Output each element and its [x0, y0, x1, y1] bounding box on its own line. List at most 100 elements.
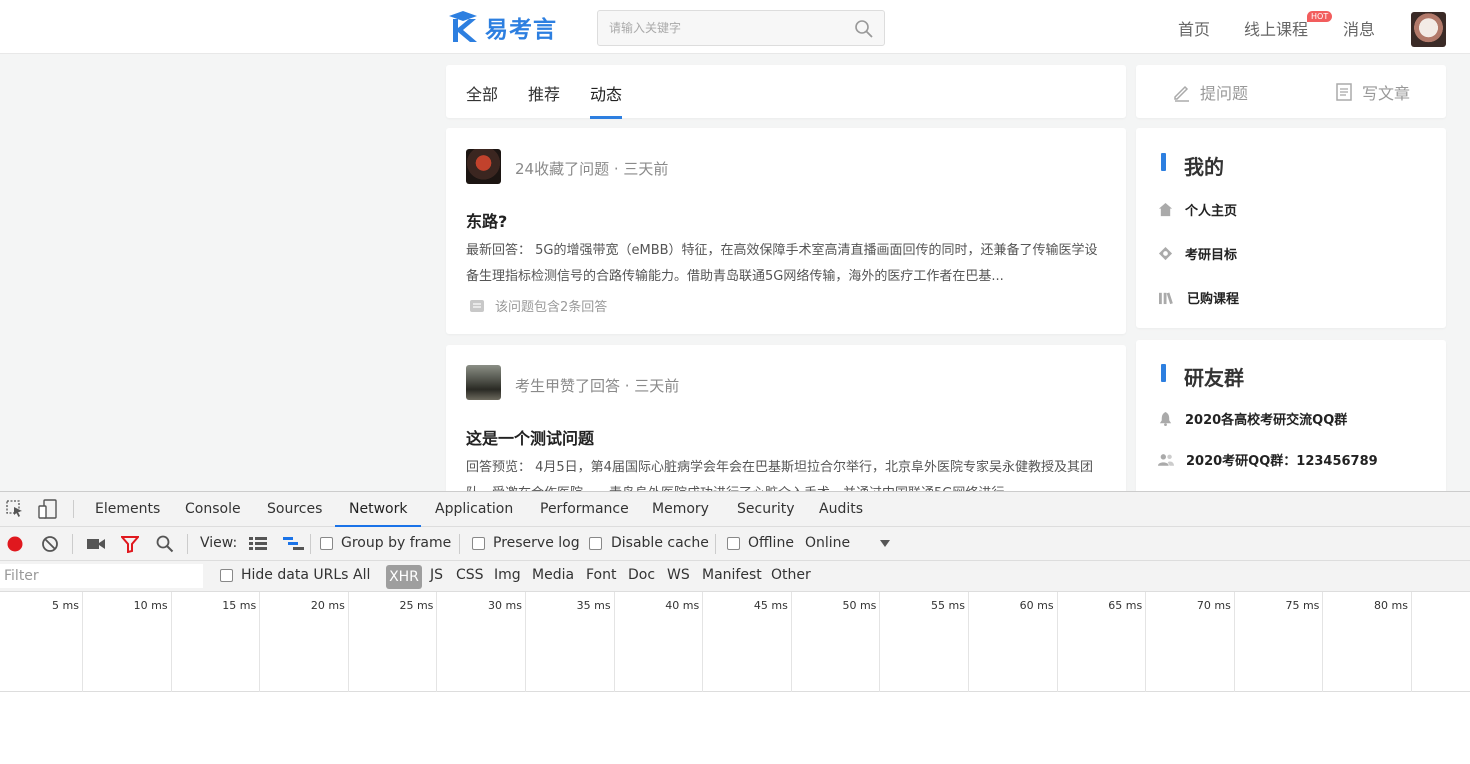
devtools-tab-console[interactable]: Console: [185, 492, 241, 526]
write-article-button[interactable]: 写文章: [1334, 80, 1410, 104]
tab-recommended[interactable]: 推荐: [528, 81, 560, 105]
hot-badge: HOT: [1307, 11, 1333, 22]
preserve-log-checkbox[interactable]: [472, 537, 485, 550]
inspect-element-icon[interactable]: [6, 500, 24, 518]
timeline-gridline: [1145, 592, 1147, 692]
type-filter-xhr[interactable]: XHR: [386, 565, 422, 589]
pencil-icon: [1174, 85, 1189, 102]
search-box[interactable]: [597, 10, 885, 46]
devtools-tab-elements[interactable]: Elements: [95, 492, 160, 526]
tab-all[interactable]: 全部: [466, 81, 498, 105]
type-filter-img[interactable]: Img: [494, 567, 521, 583]
group-by-frame-label[interactable]: Group by frame: [341, 535, 451, 551]
hide-data-urls-label[interactable]: Hide data URLs: [241, 567, 348, 583]
divider: [73, 500, 74, 518]
feed-body[interactable]: 回答预览： 4月5日，第4届国际心脏病学会年会在巴基斯坦拉合尔举行，北京阜外医院…: [466, 455, 1106, 491]
sidebar-item-goal[interactable]: 考研目标: [1158, 244, 1237, 263]
timeline-tick-label: 60 ms: [1019, 599, 1054, 612]
devtools-tab-security[interactable]: Security: [737, 492, 795, 526]
type-filter-other[interactable]: Other: [771, 567, 811, 583]
type-filter-font[interactable]: Font: [586, 567, 616, 583]
network-overview-timeline[interactable]: 5 ms 10 ms 15 ms 20 ms 25 ms 30 ms 35 ms 40 ms 4…: [0, 592, 1470, 692]
nav-home[interactable]: 首页: [1178, 16, 1210, 40]
chevron-down-icon[interactable]: [880, 540, 890, 548]
nav-online-courses[interactable]: 线上课程: [1244, 16, 1308, 40]
type-filter-manifest[interactable]: Manifest: [702, 567, 762, 583]
type-filter-js[interactable]: JS: [430, 567, 443, 583]
devtools-tab-audits[interactable]: Audits: [819, 492, 863, 526]
timeline-gridline: [702, 592, 704, 692]
timeline-gridline: [1056, 592, 1058, 692]
waterfall-icon[interactable]: [283, 536, 305, 552]
timeline-gridline: [170, 592, 172, 692]
top-navbar: 易考言 首页 线上课程 HOT 消息: [0, 0, 1470, 54]
type-filter-ws[interactable]: WS: [667, 567, 690, 583]
devtools-tab-sources[interactable]: Sources: [267, 492, 322, 526]
sidebar-item-homepage[interactable]: 个人主页: [1158, 200, 1237, 219]
avatar[interactable]: [466, 365, 501, 400]
disable-cache-label[interactable]: Disable cache: [611, 535, 709, 551]
search-icon[interactable]: [854, 19, 874, 39]
timeline-gridline: [436, 592, 438, 692]
active-tab-indicator: [590, 116, 622, 119]
feed-body[interactable]: 最新回答： 5G的增强带宽（eMBB）特征，在高效保障手术室高清直播画面回传的同…: [466, 238, 1106, 290]
hide-data-urls-checkbox[interactable]: [220, 569, 233, 582]
devtools-tab-network[interactable]: Network: [335, 492, 422, 527]
capture-screenshots-icon[interactable]: [86, 536, 106, 552]
feed-title[interactable]: 这是一个测试问题: [466, 425, 594, 449]
devtools-tab-memory[interactable]: Memory: [652, 492, 709, 526]
timeline-gridline: [613, 592, 615, 692]
user-avatar[interactable]: [1411, 12, 1446, 47]
type-filter-doc[interactable]: Doc: [628, 567, 655, 583]
timeline-tick-label: 25 ms: [399, 599, 434, 612]
offline-checkbox[interactable]: [727, 537, 740, 550]
device-toolbar-icon[interactable]: [38, 499, 58, 519]
tab-activity[interactable]: 动态: [590, 81, 622, 105]
logo-k-icon: [449, 11, 477, 42]
sidebar-item-group-2[interactable]: 2020考研QQ群：123456789: [1158, 450, 1378, 469]
timeline-gridline: [1411, 592, 1412, 692]
devtools-tab-application[interactable]: Application: [435, 492, 513, 526]
divider: [459, 534, 460, 554]
section-accent-bar: [1161, 153, 1166, 171]
preserve-log-label[interactable]: Preserve log: [493, 535, 580, 551]
feed-title[interactable]: 东路?: [466, 208, 507, 232]
clear-icon[interactable]: [41, 535, 59, 553]
feed-meta: 考生甲赞了回答 · 三天前: [515, 377, 680, 395]
timeline-gridline: [525, 592, 526, 692]
search-input[interactable]: [598, 11, 838, 45]
group-by-frame-checkbox[interactable]: [320, 537, 333, 550]
timeline-tick-label: 20 ms: [310, 599, 345, 612]
divider: [72, 534, 73, 554]
large-rows-icon[interactable]: [249, 536, 267, 551]
record-icon[interactable]: [6, 535, 24, 553]
timeline-gridline: [1233, 592, 1235, 692]
offline-label[interactable]: Offline: [748, 535, 794, 551]
section-accent-bar: [1161, 364, 1166, 382]
site-logo[interactable]: 易考言: [447, 10, 557, 44]
nav-messages[interactable]: 消息: [1343, 16, 1375, 40]
users-icon: [1158, 454, 1174, 466]
disable-cache-checkbox[interactable]: [589, 537, 602, 550]
timeline-gridline: [879, 592, 881, 692]
timeline-tick-label: 45 ms: [753, 599, 788, 612]
throttling-select[interactable]: Online: [805, 535, 850, 551]
filter-input[interactable]: [0, 564, 203, 588]
search-icon[interactable]: [156, 535, 174, 553]
filter-icon[interactable]: [121, 536, 139, 553]
type-filter-css[interactable]: CSS: [456, 567, 484, 583]
type-filter-media[interactable]: Media: [532, 567, 574, 583]
ask-question-label: 提问题: [1200, 84, 1249, 103]
sidebar-item-courses[interactable]: 已购课程: [1158, 288, 1239, 307]
sidebar-item-label: 2020各高校考研交流QQ群: [1185, 413, 1348, 428]
devtools-tab-performance[interactable]: Performance: [540, 492, 629, 526]
type-filter-all[interactable]: All: [353, 567, 370, 583]
timeline-tick-label: 80 ms: [1374, 599, 1408, 612]
mine-title: 我的: [1184, 155, 1224, 179]
timeline-tick-label: 5 ms: [52, 599, 79, 612]
avatar[interactable]: [466, 149, 501, 184]
sidebar-item-group-1[interactable]: 2020各高校考研交流QQ群: [1158, 409, 1347, 428]
ask-question-button[interactable]: 提问题: [1172, 80, 1248, 104]
timeline-tick-label: 65 ms: [1108, 599, 1143, 612]
sidebar-item-label: 个人主页: [1185, 204, 1238, 219]
